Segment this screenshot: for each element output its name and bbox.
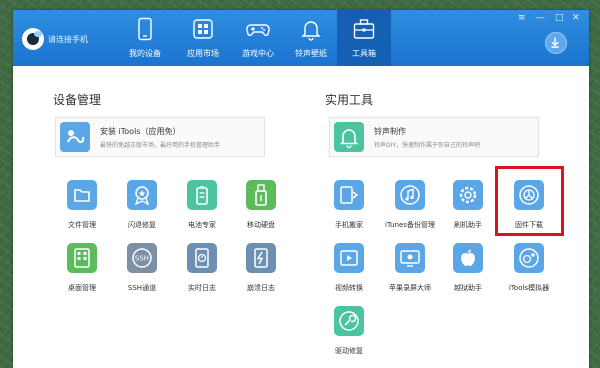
tab-label: 工具箱 — [352, 49, 376, 58]
tool-crash-log[interactable]: 崩溃日志 — [233, 243, 289, 299]
tab-app-market[interactable]: 应用市场 — [176, 10, 230, 66]
tool-itunes-backup[interactable]: iTunes备份管理 — [382, 180, 438, 236]
practical-tools-title: 实用工具 — [325, 93, 374, 107]
apple-icon — [453, 243, 483, 273]
tool-label: SSH通道 — [127, 284, 157, 292]
tool-itools-simulator[interactable]: iTools模拟器 — [501, 243, 557, 299]
app-market-icon — [193, 19, 213, 39]
tool-crash-fix[interactable]: 闪退修复 — [114, 180, 170, 236]
tool-realtime-log[interactable]: 实时日志 — [174, 243, 230, 299]
tool-label: 实时日志 — [188, 284, 216, 292]
banner-title: 安装 iTools（应用免） — [100, 127, 181, 136]
screen-record-icon — [395, 243, 425, 273]
video-icon — [334, 243, 364, 273]
tool-file-management[interactable]: 文件管理 — [54, 180, 110, 236]
tab-label: 应用市场 — [187, 49, 219, 58]
tool-flash-assistant[interactable]: 刷机助手 — [440, 180, 496, 236]
tool-driver-repair[interactable]: 驱动修复 — [321, 306, 377, 362]
tool-jailbreak-assistant[interactable]: 越狱助手 — [440, 243, 496, 299]
wrench-icon — [334, 306, 364, 336]
tab-game-center[interactable]: 游戏中心 — [231, 10, 285, 66]
download-button[interactable] — [545, 32, 567, 54]
svg-text:SSH: SSH — [135, 255, 149, 263]
tool-label: 桌面管理 — [68, 284, 96, 292]
ringtone-maker-banner[interactable]: 铃声制作 铃声DIY，快速制作属于你自己的铃声吧 — [329, 117, 539, 157]
tool-mobile-disk[interactable]: 移动硬盘 — [233, 180, 289, 236]
toolbox-icon — [353, 19, 375, 39]
ssh-icon: SSH — [127, 243, 157, 273]
log-icon — [187, 243, 217, 273]
tool-label: 越狱助手 — [454, 284, 482, 292]
folder-icon — [67, 180, 97, 210]
connect-phone-text[interactable]: 请连接手机 — [48, 34, 88, 45]
close-icon[interactable]: ✕ — [572, 13, 580, 23]
top-bar: 请连接手机 我的设备 应用市场 游戏中心 铃声壁纸 工具箱 ≡ — □ ✕ — [13, 10, 589, 66]
badge-icon — [127, 180, 157, 210]
banner-description: 铃声DIY，快速制作属于你自己的铃声吧 — [374, 142, 481, 149]
gamepad-icon — [246, 24, 270, 37]
tool-battery-expert[interactable]: 电池专家 — [174, 180, 230, 236]
tab-toolbox[interactable]: 工具箱 — [337, 10, 391, 66]
tool-label: 电池专家 — [188, 221, 216, 229]
phone-transfer-icon — [334, 180, 364, 210]
tool-label: iTools模拟器 — [508, 284, 550, 292]
tool-label: 崩溃日志 — [247, 284, 275, 292]
tab-label: 我的设备 — [129, 49, 161, 58]
tool-label: 文件管理 — [68, 221, 96, 229]
itools-window: 请连接手机 我的设备 应用市场 游戏中心 铃声壁纸 工具箱 ≡ — □ ✕ 设备… — [13, 10, 589, 368]
tool-screen-recorder[interactable]: 苹果录屏大师 — [382, 243, 438, 299]
tool-label: 视频转换 — [335, 284, 363, 292]
phone-icon — [138, 17, 152, 41]
usb-drive-icon — [246, 180, 276, 210]
tab-ringtone-wallpaper[interactable]: 铃声壁纸 — [284, 10, 338, 66]
battery-icon — [187, 180, 217, 210]
tab-my-device[interactable]: 我的设备 — [118, 10, 172, 66]
tool-label: 驱动修复 — [335, 347, 363, 355]
tab-label: 游戏中心 — [242, 49, 274, 58]
simulator-icon — [514, 243, 544, 273]
device-management-title: 设备管理 — [53, 93, 102, 107]
tab-label: 铃声壁纸 — [295, 49, 327, 58]
ringtone-bell-icon — [334, 122, 364, 152]
gear-icon — [453, 180, 483, 210]
tool-label: 手机搬家 — [335, 221, 363, 229]
itools-install-icon — [60, 122, 90, 152]
tool-phone-transfer[interactable]: 手机搬家 — [321, 180, 377, 236]
tool-label: 移动硬盘 — [247, 221, 275, 229]
tool-video-convert[interactable]: 视频转换 — [321, 243, 377, 299]
tool-ssh-channel[interactable]: SSH SSH通道 — [114, 243, 170, 299]
install-itools-banner[interactable]: 安装 iTools（应用免） 最快的免越正版市场，最好用的手机管理助手 — [55, 117, 265, 157]
banner-title: 铃声制作 — [374, 127, 406, 136]
music-icon — [395, 180, 425, 210]
banner-description: 最快的免越正版市场，最好用的手机管理助手 — [100, 142, 221, 149]
crash-log-icon — [246, 243, 276, 273]
download-icon — [551, 37, 559, 48]
grid-icon — [67, 243, 97, 273]
maximize-icon[interactable]: □ — [555, 13, 564, 23]
bell-icon — [301, 21, 321, 41]
tool-label: 闪退修复 — [128, 221, 156, 229]
menu-icon[interactable]: ≡ — [518, 13, 526, 23]
firmware-download-highlight — [495, 166, 564, 236]
itools-logo-icon — [22, 28, 44, 50]
minimize-icon[interactable]: — — [536, 13, 545, 23]
tool-label: 刷机助手 — [454, 221, 482, 229]
tool-desktop-management[interactable]: 桌面管理 — [54, 243, 110, 299]
